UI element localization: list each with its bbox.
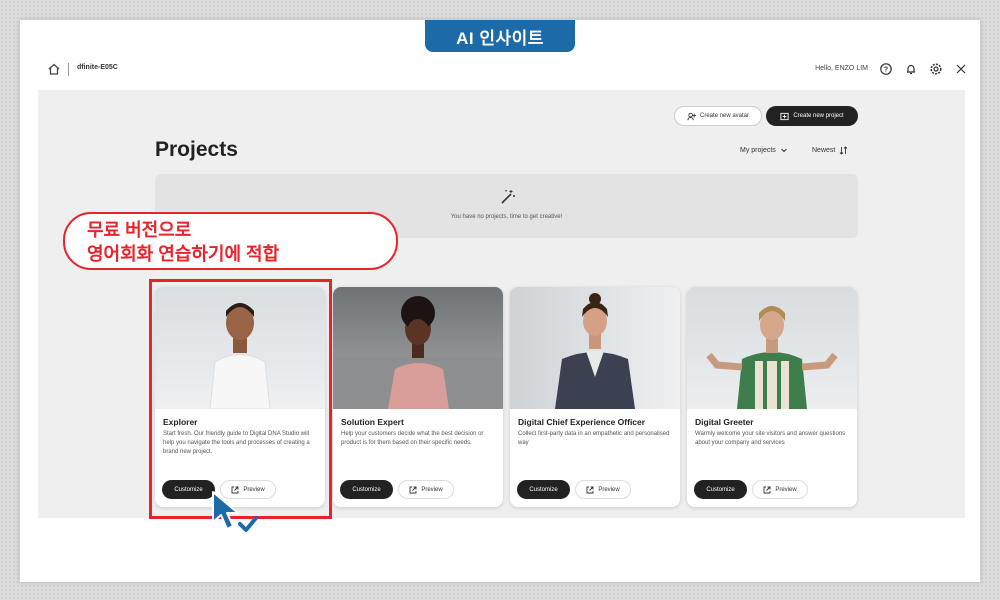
create-project-label: Create new project [793, 113, 844, 119]
divider [68, 63, 69, 76]
top-bar: dfinite-E05C Hello, ENZO LIM ? [20, 55, 980, 85]
user-greeting[interactable]: Hello, ENZO LIM [815, 65, 868, 72]
owner-filter-label: My projects [740, 146, 776, 154]
cursor-pointer-icon [212, 491, 258, 532]
template-card-solution-expert[interactable]: Solution Expert Help your customers deci… [333, 287, 503, 507]
sort-icon [840, 146, 848, 155]
ai-insight-badge: AI 인사이트 [425, 20, 575, 52]
chevron-down-icon [780, 148, 787, 153]
project-icon [780, 112, 789, 120]
magic-wand-icon [501, 190, 515, 204]
external-link-icon [586, 486, 594, 493]
preview-button[interactable]: Preview [398, 480, 454, 499]
card-title: Digital Chief Experience Officer [518, 417, 646, 427]
external-link-icon [409, 486, 417, 493]
customize-button[interactable]: Customize [694, 480, 747, 499]
card-description: Help your customers decide what the best… [341, 431, 484, 446]
callout-line-2: 영어회화 연습하기에 적합 [87, 244, 280, 264]
sort-label: Newest [812, 147, 836, 154]
avatar-image [333, 287, 503, 409]
template-card-chief-experience-officer[interactable]: Digital Chief Experience Officer Collect… [510, 287, 680, 507]
preview-button[interactable]: Preview [575, 480, 631, 499]
template-card-digital-greeter[interactable]: Digital Greeter Warmly welcome your site… [687, 287, 857, 507]
avatar-image [510, 287, 680, 409]
customize-button[interactable]: Customize [517, 480, 570, 499]
external-link-icon [763, 486, 771, 493]
owner-filter-dropdown[interactable]: My projects [740, 146, 788, 154]
avatar-image [687, 287, 857, 409]
home-icon[interactable] [47, 62, 61, 76]
card-description: Collect first-party data in an empatheti… [518, 431, 670, 446]
org-name[interactable]: dfinite-E05C [77, 64, 118, 71]
preview-label: Preview [598, 486, 620, 493]
card-title: Solution Expert [341, 417, 404, 427]
create-avatar-button[interactable]: Create new avatar [674, 106, 762, 126]
highlight-frame [149, 279, 332, 519]
user-plus-icon [687, 112, 696, 120]
create-avatar-label: Create new avatar [699, 113, 750, 119]
bell-icon[interactable] [904, 62, 918, 76]
customize-button[interactable]: Customize [340, 480, 393, 499]
page-title: Projects [155, 138, 238, 161]
sort-dropdown[interactable]: Newest [812, 146, 848, 155]
create-project-button[interactable]: Create new project [766, 106, 858, 126]
preview-label: Preview [775, 486, 797, 493]
preview-label: Preview [421, 486, 443, 493]
help-icon[interactable]: ? [879, 62, 893, 76]
card-title: Digital Greeter [695, 417, 754, 427]
gear-icon[interactable] [929, 62, 943, 76]
preview-button[interactable]: Preview [752, 480, 808, 499]
promo-callout: 무료 버전으로 영어회화 연습하기에 적합 [63, 212, 398, 270]
expand-icon[interactable] [954, 62, 968, 76]
card-description: Warmly welcome your site visitors and an… [695, 431, 846, 446]
svg-text:?: ? [884, 67, 888, 74]
callout-line-1: 무료 버전으로 [87, 220, 192, 240]
